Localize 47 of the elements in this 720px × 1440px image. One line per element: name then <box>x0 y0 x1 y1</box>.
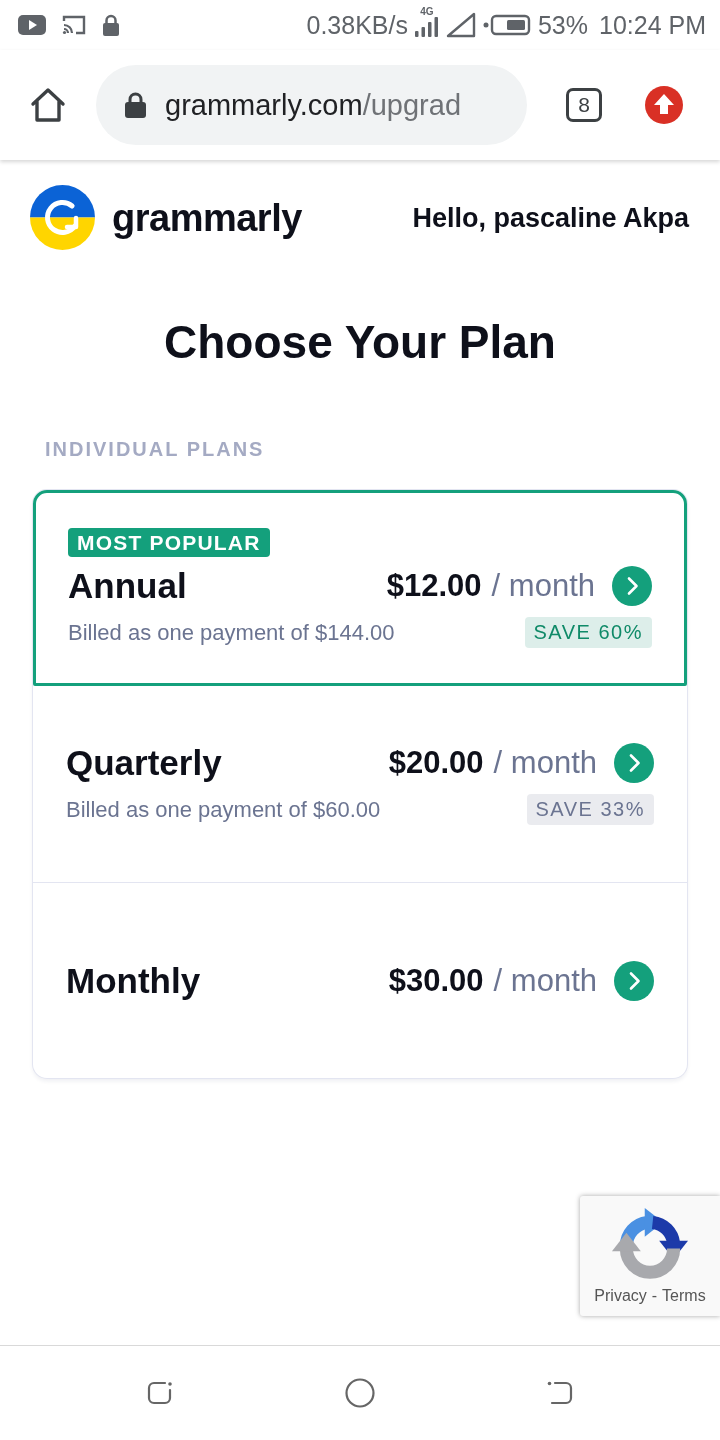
popular-badge: MOST POPULAR <box>68 528 270 557</box>
page-title: Choose Your Plan <box>163 315 557 370</box>
arrow-up-icon[interactable] <box>645 86 683 124</box>
price-period: / month <box>491 567 595 605</box>
g-logo-icon[interactable] <box>30 185 95 250</box>
billing-text: Billed as one payment of $144.00 <box>68 618 395 647</box>
plan-name: Monthly <box>66 960 202 1001</box>
signal-bars-icon <box>414 16 439 37</box>
time-text: 10:24 PM <box>599 10 706 40</box>
terms-link[interactable]: Terms <box>662 1286 706 1306</box>
plan-option[interactable]: Monthly $30.00 / month <box>33 882 687 1078</box>
battery-icon <box>482 14 531 36</box>
plan-option[interactable]: MOST POPULAR Annual $12.00 / month Billed as one payment of $144.00 SAVE 60% <box>33 490 687 686</box>
plan-price: $30.00 <box>388 961 484 1000</box>
signal-triangle-icon <box>445 12 476 38</box>
network-speed-text: 0.38KB/s <box>306 10 408 40</box>
tab-count-button[interactable]: 8 <box>566 88 602 122</box>
plan-option[interactable]: Quarterly $20.00 / month Billed as one payment of $60.00 SAVE 33% <box>33 686 687 882</box>
chevron-circle-icon[interactable] <box>614 743 654 783</box>
plan-name: Annual <box>68 566 188 606</box>
privacy-link[interactable]: Privacy <box>594 1286 647 1306</box>
billing-text: Billed as one payment of $60.00 <box>66 795 381 824</box>
plan-name: Quarterly <box>66 743 223 783</box>
cast-screen-icon <box>62 15 86 35</box>
logo-text[interactable]: grammarly <box>112 195 302 240</box>
price-period: / month <box>493 961 597 1000</box>
rounded-square-icon[interactable] <box>146 1380 174 1406</box>
chevron-circle-icon[interactable] <box>614 960 654 1001</box>
plan-price: $20.00 <box>388 744 484 782</box>
savings-tag: SAVE 33% <box>526 794 654 825</box>
video-play-icon <box>18 15 46 35</box>
lock-icon <box>102 14 120 36</box>
savings-tag: SAVE 60% <box>524 617 652 648</box>
address-bar[interactable]: grammarly.com/upgrad <box>96 65 527 145</box>
plan-price: $12.00 <box>386 567 482 605</box>
separator-text: - <box>651 1286 658 1306</box>
lock-icon <box>125 92 146 118</box>
bracket-icon[interactable] <box>546 1380 574 1406</box>
battery-text: 53% <box>537 10 588 40</box>
circle-icon[interactable] <box>345 1378 375 1408</box>
network-type-text: 4G <box>420 5 434 17</box>
greeting-text: Hello, pascaline Akpa <box>412 201 689 234</box>
section-label: INDIVIDUAL PLANS <box>45 437 266 461</box>
url-text: grammarly.com/upgrad <box>165 88 461 123</box>
chevron-circle-icon[interactable] <box>612 566 652 606</box>
price-period: / month <box>493 744 597 782</box>
home-icon[interactable] <box>30 87 66 123</box>
